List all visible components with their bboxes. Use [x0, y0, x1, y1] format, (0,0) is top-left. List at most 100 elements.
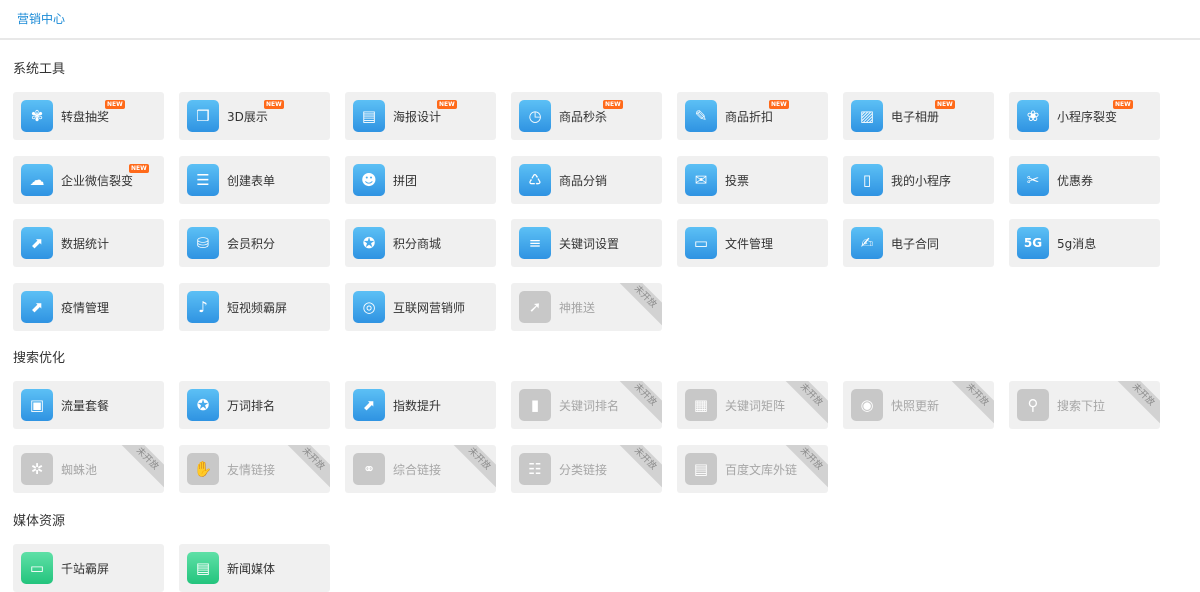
baidu-library-icon: ▤ — [685, 453, 717, 485]
feature-card[interactable]: ☻ 拼团 — [345, 156, 496, 204]
feature-card[interactable]: ✂ 优惠券 — [1009, 156, 1160, 204]
feature-card[interactable]: ⬈ 指数提升 — [345, 381, 496, 429]
feature-label: 商品折扣 — [725, 110, 774, 124]
feature-card[interactable]: ▤ 海报设计 NEW — [345, 92, 496, 140]
feature-label: 海报设计 — [393, 110, 442, 124]
feature-card: ✋ 友情链接 未开放 — [179, 445, 330, 493]
feature-card[interactable]: ☁ 企业微信裂变 NEW — [13, 156, 164, 204]
feature-label: 会员积分 — [227, 237, 276, 251]
feature-card[interactable]: ◷ 商品秒杀 NEW — [511, 92, 662, 140]
feature-card[interactable]: ▭ 文件管理 — [677, 219, 828, 267]
form-icon: ☰ — [187, 164, 219, 196]
feature-card: ⚭ 综合链接 未开放 — [345, 445, 496, 493]
feature-card[interactable]: ❒ 3D展示 NEW — [179, 92, 330, 140]
feature-card[interactable]: ❀ 小程序裂变 NEW — [1009, 92, 1160, 140]
distribution-icon: ♺ — [519, 164, 551, 196]
feature-card[interactable]: ▨ 电子相册 NEW — [843, 92, 994, 140]
feature-label: 综合链接 — [393, 463, 442, 477]
feature-card[interactable]: ✎ 商品折扣 NEW — [677, 92, 828, 140]
spider-pool-icon: ✲ — [21, 453, 53, 485]
page-title[interactable]: 营销中心 — [17, 10, 65, 27]
3d-display-icon: ❒ — [187, 100, 219, 132]
new-badge: NEW — [437, 100, 457, 109]
feature-card[interactable]: ✍ 电子合同 — [843, 219, 994, 267]
feature-card: ▦ 关键词矩阵 未开放 — [677, 381, 828, 429]
feature-card: ➚ 神推送 未开放 — [511, 283, 662, 331]
feature-label: 优惠券 — [1057, 174, 1094, 188]
feature-card[interactable]: ⛁ 会员积分 — [179, 219, 330, 267]
keyword-ranking-icon: ▮ — [519, 389, 551, 421]
feature-card[interactable]: ≡ 关键词设置 — [511, 219, 662, 267]
flash-sale-icon: ◷ — [519, 100, 551, 132]
push-icon: ➚ — [519, 291, 551, 323]
feature-label: 数据统计 — [61, 237, 110, 251]
feature-card[interactable]: ◎ 互联网营销师 — [345, 283, 496, 331]
new-badge: NEW — [935, 100, 955, 109]
category-link-icon: ☷ — [519, 453, 551, 485]
new-badge: NEW — [264, 100, 284, 109]
feature-label: 创建表单 — [227, 174, 276, 188]
feature-label: 百度文库外链 — [725, 463, 798, 477]
5g-message-icon: 5G — [1017, 227, 1049, 259]
coupon-icon: ✂ — [1017, 164, 1049, 196]
feature-card[interactable]: ▣ 流量套餐 — [13, 381, 164, 429]
unavailable-ribbon: 未开放 — [116, 445, 164, 490]
feature-card[interactable]: ☰ 创建表单 — [179, 156, 330, 204]
news-document-icon: ▤ — [187, 552, 219, 584]
unavailable-ribbon: 未开放 — [946, 381, 994, 426]
feature-card[interactable]: ✉ 投票 — [677, 156, 828, 204]
mini-program-icon: ▯ — [851, 164, 883, 196]
new-badge: NEW — [1113, 100, 1133, 109]
unavailable-ribbon: 未开放 — [282, 445, 330, 490]
feature-label: 5g消息 — [1057, 237, 1097, 251]
feature-card[interactable]: ⬈ 疫情管理 — [13, 283, 164, 331]
feature-label: 疫情管理 — [61, 301, 110, 315]
photo-album-icon: ▨ — [851, 100, 883, 132]
feature-label: 我的小程序 — [891, 174, 952, 188]
feature-label: 文件管理 — [725, 237, 774, 251]
feature-label: 积分商城 — [393, 237, 442, 251]
feature-card[interactable]: ⬈ 数据统计 — [13, 219, 164, 267]
new-badge: NEW — [603, 100, 623, 109]
wechat-work-icon: ☁ — [21, 164, 53, 196]
feature-card: ▮ 关键词排名 未开放 — [511, 381, 662, 429]
feature-card[interactable]: ▭ 千站霸屏 — [13, 544, 164, 592]
epidemic-chart-icon: ⬈ — [21, 291, 53, 323]
keyword-settings-icon: ≡ — [519, 227, 551, 259]
feature-card[interactable]: ▤ 新闻媒体 — [179, 544, 330, 592]
folder-icon: ▭ — [685, 227, 717, 259]
member-points-icon: ⛁ — [187, 227, 219, 259]
feature-label: 关键词设置 — [559, 237, 620, 251]
feature-card[interactable]: ▯ 我的小程序 — [843, 156, 994, 204]
feature-card: ◉ 快照更新 未开放 — [843, 381, 994, 429]
unavailable-ribbon: 未开放 — [780, 381, 828, 426]
internet-marketer-icon: ◎ — [353, 291, 385, 323]
feature-card[interactable]: ♺ 商品分销 — [511, 156, 662, 204]
section-media-resources-title: 媒体资源 — [13, 514, 66, 529]
vote-icon: ✉ — [685, 164, 717, 196]
poster-icon: ▤ — [353, 100, 385, 132]
unavailable-ribbon: 未开放 — [1112, 381, 1160, 426]
feature-label: 商品分销 — [559, 174, 608, 188]
mini-program-fission-icon: ❀ — [1017, 100, 1049, 132]
feature-label: 短视频霸屏 — [227, 301, 288, 315]
friend-link-icon: ✋ — [187, 453, 219, 485]
feature-label: 转盘抽奖 — [61, 110, 110, 124]
unavailable-ribbon: 未开放 — [614, 283, 662, 328]
feature-card: ▤ 百度文库外链 未开放 — [677, 445, 828, 493]
feature-label: 新闻媒体 — [227, 562, 276, 576]
feature-label: 拼团 — [393, 174, 418, 188]
feature-label: 快照更新 — [891, 399, 940, 413]
points-mall-icon: ✪ — [353, 227, 385, 259]
feature-card[interactable]: 5G 5g消息 — [1009, 219, 1160, 267]
new-badge: NEW — [105, 100, 125, 109]
section-system-tools-title: 系统工具 — [13, 62, 66, 77]
feature-label: 关键词矩阵 — [725, 399, 786, 413]
feature-card[interactable]: ✪ 积分商城 — [345, 219, 496, 267]
feature-card[interactable]: ✾ 转盘抽奖 NEW — [13, 92, 164, 140]
wheel-icon: ✾ — [21, 100, 53, 132]
section-search-optimization-title: 搜索优化 — [13, 351, 66, 366]
feature-card[interactable]: ✪ 万词排名 — [179, 381, 330, 429]
top-bar: 营销中心 — [0, 0, 1200, 40]
feature-card[interactable]: ♪ 短视频霸屏 — [179, 283, 330, 331]
